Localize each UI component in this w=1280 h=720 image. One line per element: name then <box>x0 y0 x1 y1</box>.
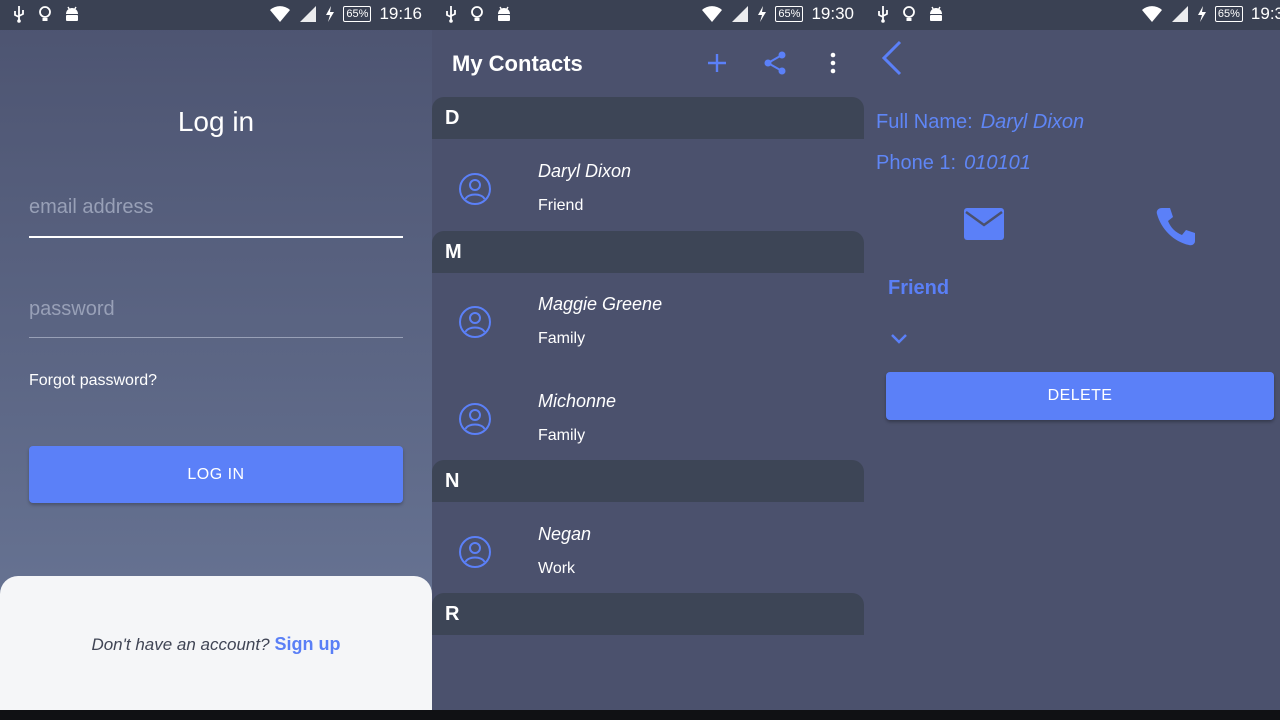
status-bar: 65% 19:3 <box>864 0 1280 30</box>
login-screen: 65% 19:16 Log in email address password … <box>0 0 432 710</box>
section-header-m: M <box>432 231 864 273</box>
usb-icon <box>14 6 24 23</box>
contact-name: Maggie Greene <box>538 294 663 314</box>
phone-icon[interactable] <box>1154 204 1198 248</box>
contact-group: Family <box>538 427 586 444</box>
person-icon <box>459 173 491 205</box>
section-header-d: D <box>432 97 864 139</box>
signup-prompt: Don't have an account? <box>91 634 270 654</box>
section-header-r: R <box>432 593 864 635</box>
delete-button[interactable]: DELETE <box>886 372 1274 420</box>
person-icon <box>459 403 491 435</box>
status-time: 19:3 <box>1250 4 1280 23</box>
password-field[interactable]: password <box>29 298 403 338</box>
usb-icon <box>878 6 888 23</box>
list-item[interactable]: Maggie Greene Family <box>432 272 864 364</box>
status-time: 19:16 <box>379 4 422 23</box>
status-bar: 65% 19:16 <box>0 0 432 30</box>
group-label: Friend <box>888 277 950 299</box>
contacts-screen: 65% 19:30 My Contacts D Daryl Dixon Frie… <box>432 0 864 710</box>
signal-icon <box>1171 6 1188 22</box>
full-name-row: Full Name: Daryl Dixon <box>876 111 1084 134</box>
contact-name: Negan <box>538 524 592 544</box>
list-item[interactable]: Daryl Dixon Friend <box>432 139 864 231</box>
password-placeholder: password <box>29 298 115 320</box>
contact-detail-screen: 65% 19:3 Full Name: Daryl Dixon Phone 1: 0… <box>864 0 1280 710</box>
signal-icon <box>300 6 317 22</box>
section-header-n: N <box>432 460 864 502</box>
email-underline <box>29 236 403 238</box>
contact-group: Work <box>538 560 576 577</box>
contact-name: Michonne <box>538 391 617 411</box>
list-item[interactable]: Negan Work <box>432 502 864 594</box>
phone-value: 010101 <box>964 152 1031 174</box>
signup-link[interactable]: Sign up <box>275 634 341 655</box>
signup-card: Don't have an account? Sign up <box>0 576 432 710</box>
chevron-down-icon[interactable] <box>888 327 910 349</box>
back-arrow-icon[interactable] <box>878 38 908 78</box>
password-underline <box>29 337 403 338</box>
contact-name: Daryl Dixon <box>538 161 632 181</box>
contact-group: Family <box>538 330 586 347</box>
contact-list[interactable]: D Daryl Dixon Friend M Maggie Greene Fam… <box>432 0 864 664</box>
battery-indicator: 65% <box>343 6 372 22</box>
full-name-label: Full Name: <box>876 111 973 133</box>
email-placeholder: email address <box>29 196 154 218</box>
full-name-value: Daryl Dixon <box>980 111 1085 133</box>
list-item[interactable]: Michonne Family <box>432 369 864 461</box>
login-button[interactable]: LOG IN <box>29 446 403 503</box>
contact-group: Friend <box>538 197 584 214</box>
android-icon <box>930 6 942 21</box>
phone-label: Phone 1: <box>876 152 957 174</box>
forgot-password-link[interactable]: Forgot password? <box>29 372 157 390</box>
lightbulb-icon <box>39 6 51 21</box>
wifi-icon <box>1141 6 1162 22</box>
email-field[interactable]: email address <box>29 196 403 238</box>
charging-icon <box>1197 6 1206 22</box>
page-title: Log in <box>177 106 255 137</box>
lightbulb-icon <box>903 6 915 21</box>
person-icon <box>459 306 491 338</box>
battery-indicator: 65% <box>1214 6 1243 22</box>
charging-icon <box>326 6 335 22</box>
person-icon <box>459 536 491 568</box>
android-icon <box>66 6 78 21</box>
wifi-icon <box>270 6 291 22</box>
mail-icon[interactable] <box>962 206 1006 242</box>
phone-row: Phone 1: 010101 <box>876 152 1031 175</box>
